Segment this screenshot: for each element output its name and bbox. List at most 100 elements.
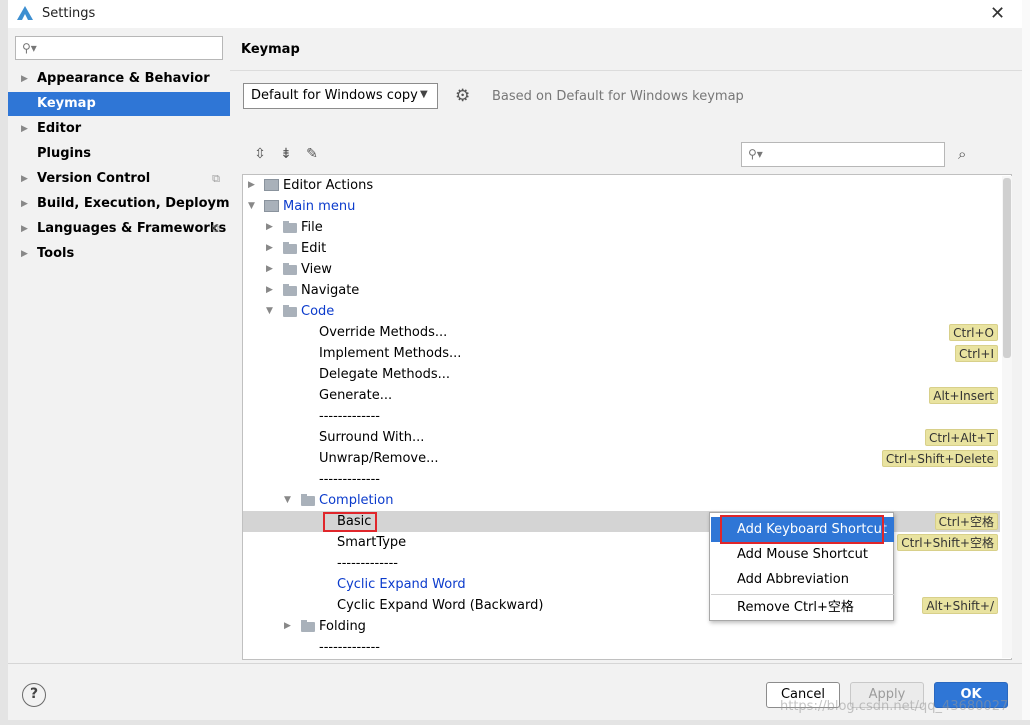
sidebar-item-languages[interactable]: ▶ Languages & Frameworks ⧉ <box>8 217 230 241</box>
tree-row-label: ------------- <box>319 472 380 487</box>
shortcut-badge: Ctrl+Shift+Delete <box>881 450 998 467</box>
tree-row-label: Completion <box>319 493 394 508</box>
chevron-right-icon[interactable]: ▶ <box>266 217 273 238</box>
tree-row-label: Navigate <box>301 283 360 298</box>
tree-row-main-menu[interactable]: ▼ Main menu <box>243 196 1000 217</box>
sidebar-item-plugins[interactable]: Plugins <box>8 142 230 166</box>
chevron-right-icon[interactable]: ▶ <box>266 259 273 280</box>
sidebar-item-label: Keymap <box>37 96 96 111</box>
menu-item-add-abbreviation[interactable]: Add Abbreviation <box>711 567 894 592</box>
sidebar-item-label: Version Control <box>37 171 151 186</box>
tree-row-label: ------------- <box>337 556 398 571</box>
menu-item-label: Add Mouse Shortcut <box>737 547 868 562</box>
tree-row-label: Override Methods... <box>319 325 448 340</box>
tree-row-label: Code <box>301 304 335 319</box>
chevron-right-icon[interactable]: ▶ <box>284 616 291 637</box>
tree-row-label: Main menu <box>283 199 356 214</box>
menu-item-remove-shortcut[interactable]: Remove Ctrl+空格 <box>711 595 894 620</box>
tree-row-editor-actions[interactable]: ▶ Editor Actions <box>243 175 1000 196</box>
gear-icon[interactable]: ⚙ <box>455 86 470 106</box>
keymap-scheme-value: Default for Windows copy <box>251 88 418 103</box>
chevron-down-icon[interactable]: ▼ <box>248 196 255 217</box>
sidebar-search-input[interactable]: ⚲▾ <box>15 36 223 60</box>
tree-row-edit[interactable]: ▶ Edit <box>243 238 1000 259</box>
tree-row-label: Delegate Methods... <box>319 367 450 382</box>
shortcut-badge: Ctrl+Alt+T <box>924 429 998 446</box>
search-icon: ⚲▾ <box>748 147 763 161</box>
folder-icon <box>283 242 297 254</box>
search-icon: ⚲▾ <box>22 41 37 55</box>
add-keyboard-shortcut-highlight-box <box>720 515 884 544</box>
watermark: https://blog.csdn.net/qq_43680027 <box>780 699 1009 714</box>
keymap-search-input[interactable]: ⚲▾ <box>741 142 945 167</box>
tree-row-implement-methods[interactable]: Implement Methods... Ctrl+I <box>243 343 1000 364</box>
tree-row-label: ------------- <box>319 640 380 655</box>
tree-row-label: Editor Actions <box>283 178 374 193</box>
chevron-right-icon[interactable]: ▶ <box>266 238 273 259</box>
bottom-divider <box>8 663 1022 664</box>
tree-row-completion[interactable]: ▼ Completion <box>243 490 1000 511</box>
tree-scrollbar-thumb[interactable] <box>1003 178 1011 358</box>
app-logo-icon <box>17 6 33 20</box>
tree-row-label: Basic <box>337 514 372 529</box>
tree-row-override-methods[interactable]: Override Methods... Ctrl+O <box>243 322 1000 343</box>
context-menu: Add Keyboard Shortcut Add Mouse Shortcut… <box>709 512 894 621</box>
main-menu-icon <box>264 200 279 212</box>
background-strip-bottom <box>0 720 1030 725</box>
chevron-right-icon[interactable]: ▶ <box>266 280 273 301</box>
sidebar-item-label: Appearance & Behavior <box>37 71 210 86</box>
sidebar-item-keymap[interactable]: Keymap <box>8 92 230 116</box>
tree-row-separator: ------------- <box>243 637 1000 658</box>
chevron-right-icon[interactable]: ▶ <box>248 175 255 196</box>
sidebar-item-tools[interactable]: ▶ Tools <box>8 242 230 266</box>
menu-item-label: Remove Ctrl+空格 <box>737 600 854 615</box>
keymap-tree: ▶ Editor Actions ▼ Main menu ▶ File ▶ Ed… <box>242 174 1012 660</box>
folder-icon <box>283 284 297 296</box>
tree-row-file[interactable]: ▶ File <box>243 217 1000 238</box>
sidebar-item-version-control[interactable]: ▶ Version Control ⧉ <box>8 167 230 191</box>
expand-all-icon[interactable]: ⇳ <box>251 145 269 163</box>
sidebar-item-label: Tools <box>37 246 75 261</box>
tree-row-label: Implement Methods... <box>319 346 462 361</box>
folder-icon <box>301 494 315 506</box>
based-on-label: Based on Default for Windows keymap <box>492 89 744 104</box>
menu-item-label: Add Abbreviation <box>737 572 849 587</box>
tree-row-separator: ------------- <box>243 469 1000 490</box>
tree-row-generate[interactable]: Generate... Alt+Insert <box>243 385 1000 406</box>
menu-item-add-mouse-shortcut[interactable]: Add Mouse Shortcut <box>711 542 894 567</box>
shortcut-badge: Alt+Shift+/ <box>922 597 998 614</box>
tree-row-delegate-methods[interactable]: Delegate Methods... <box>243 364 1000 385</box>
folder-icon <box>301 620 315 632</box>
tree-row-surround-with[interactable]: Surround With... Ctrl+Alt+T <box>243 427 1000 448</box>
chevron-right-icon: ▶ <box>21 199 28 209</box>
keymap-scheme-select[interactable]: Default for Windows copy ▼ <box>243 83 438 109</box>
tree-row-label: Unwrap/Remove... <box>319 451 439 466</box>
tree-row-label: Cyclic Expand Word <box>337 577 466 592</box>
help-icon[interactable]: ? <box>22 683 46 707</box>
sidebar-item-label: Build, Execution, Deployment <box>37 196 254 211</box>
chevron-right-icon: ▶ <box>21 74 28 84</box>
chevron-right-icon: ▶ <box>21 174 28 184</box>
find-shortcut-icon[interactable]: ⌕ <box>958 145 966 163</box>
sidebar-item-appearance[interactable]: ▶ Appearance & Behavior <box>8 67 230 91</box>
tree-row-label: SmartType <box>337 535 407 550</box>
chevron-down-icon[interactable]: ▼ <box>266 301 273 322</box>
edit-icon[interactable]: ✎ <box>303 145 321 163</box>
collapse-all-icon[interactable]: ⇟ <box>277 145 295 163</box>
project-scope-icon: ⧉ <box>212 172 220 185</box>
close-icon[interactable]: ✕ <box>990 3 1005 24</box>
title-bar: Settings ✕ <box>8 0 1022 28</box>
tree-row-code[interactable]: ▼ Code <box>243 301 1000 322</box>
chevron-down-icon[interactable]: ▼ <box>284 490 291 511</box>
editor-actions-icon <box>264 179 279 191</box>
shortcut-badge: Ctrl+Shift+空格 <box>897 534 998 551</box>
tree-row-unwrap-remove[interactable]: Unwrap/Remove... Ctrl+Shift+Delete <box>243 448 1000 469</box>
window-title: Settings <box>42 6 96 21</box>
tree-row-label: ------------- <box>319 409 380 424</box>
tree-row-label: Folding <box>319 619 366 634</box>
tree-row-navigate[interactable]: ▶ Navigate <box>243 280 1000 301</box>
sidebar-item-editor[interactable]: ▶ Editor <box>8 117 230 141</box>
tree-row-separator: ------------- <box>243 406 1000 427</box>
tree-row-view[interactable]: ▶ View <box>243 259 1000 280</box>
sidebar-item-build[interactable]: ▶ Build, Execution, Deployment <box>8 192 254 216</box>
